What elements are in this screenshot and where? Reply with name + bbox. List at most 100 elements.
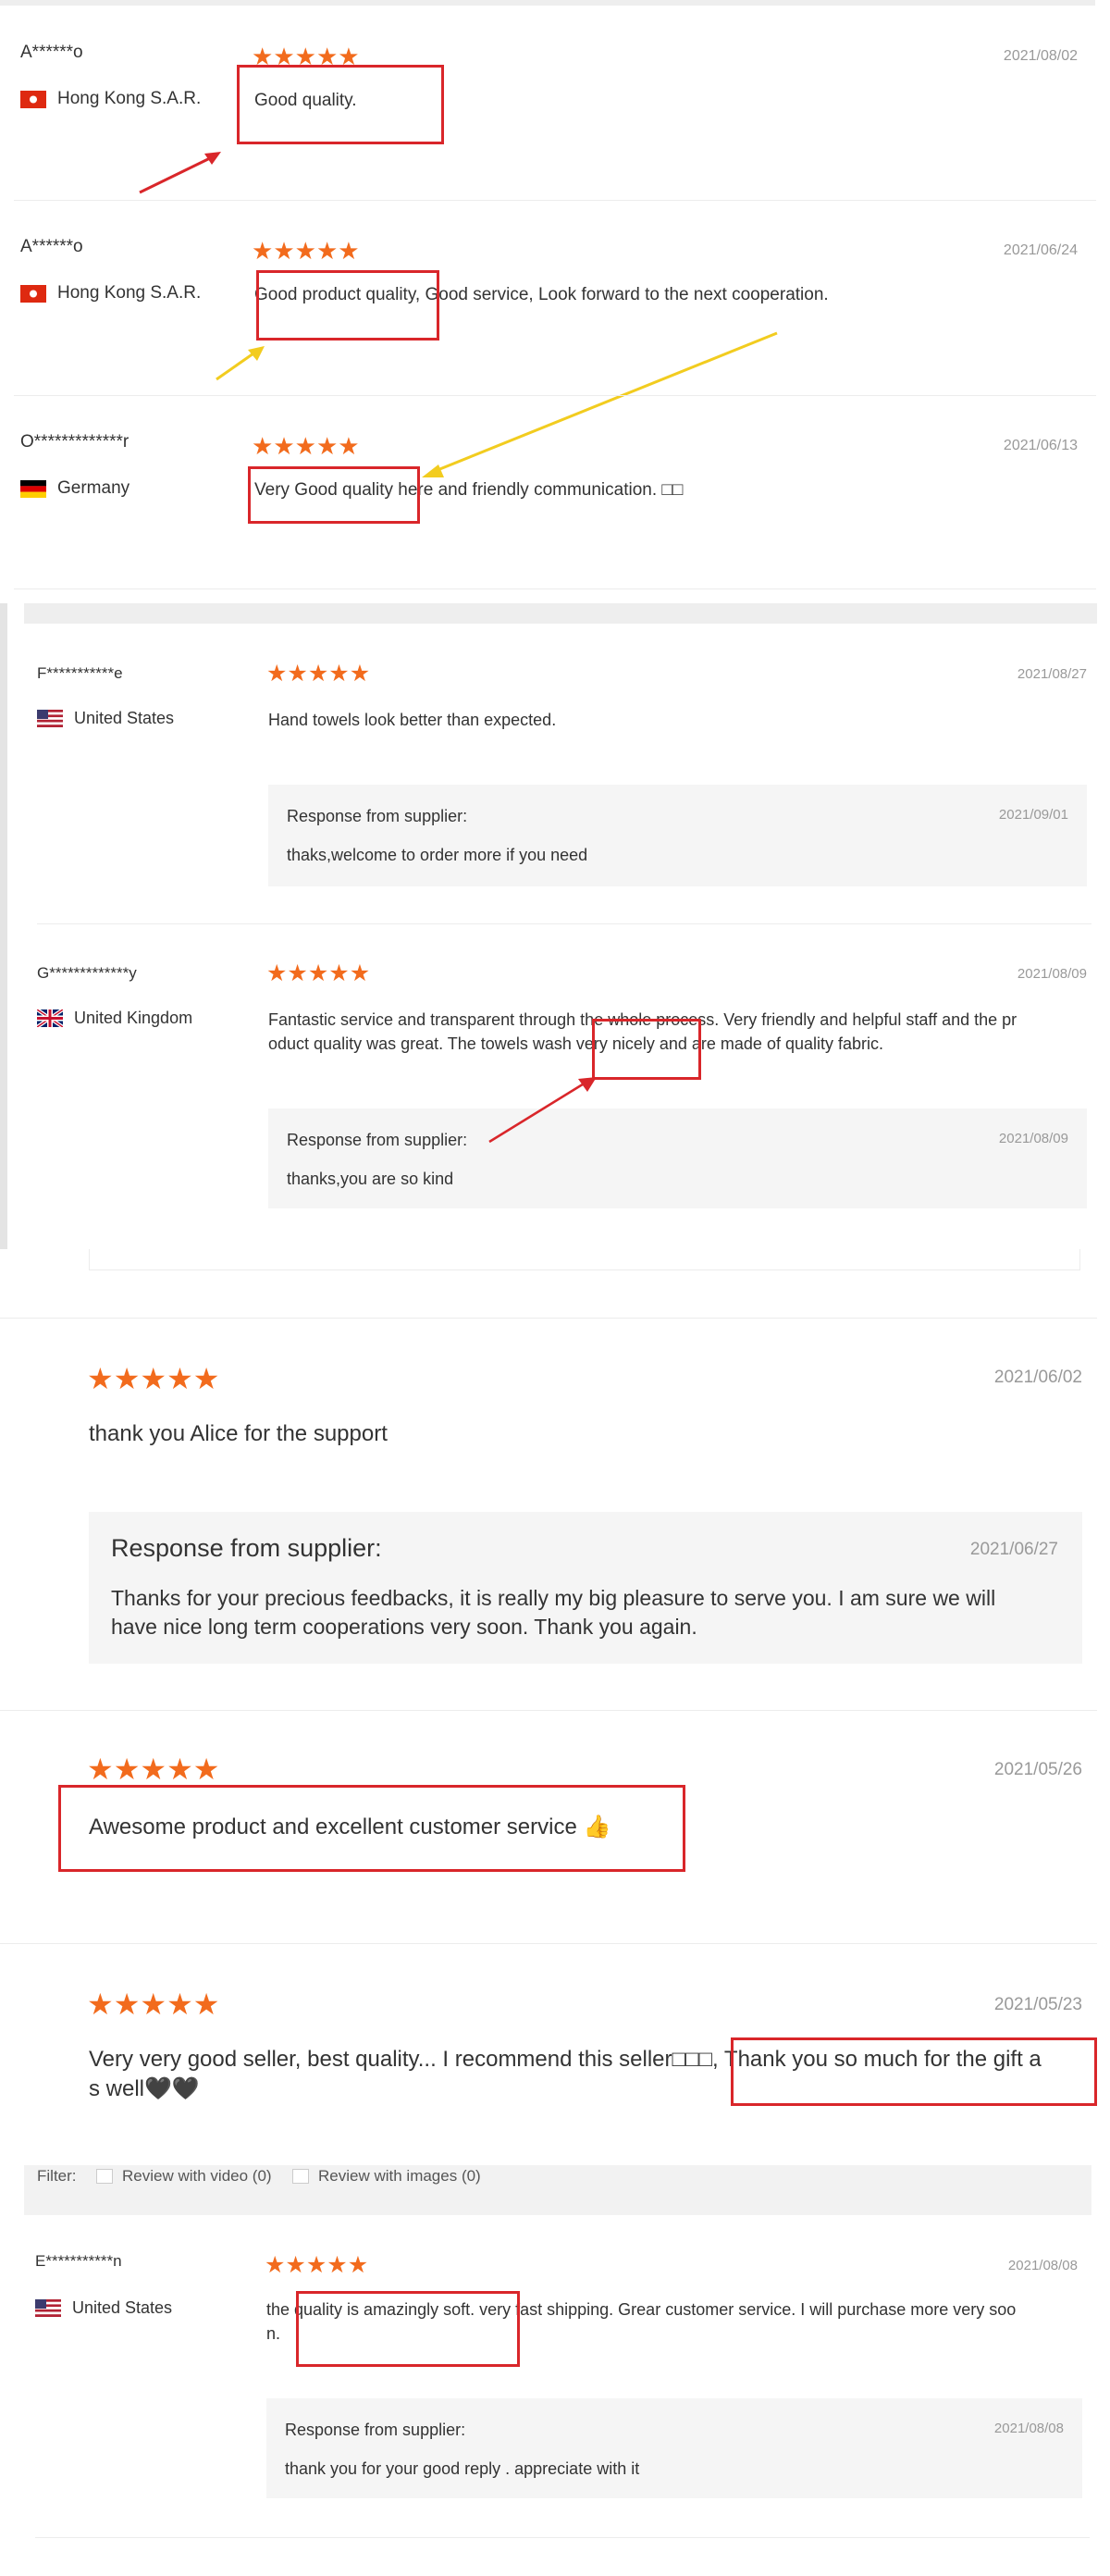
divider xyxy=(0,1318,1097,1319)
review-date: 2021/05/23 xyxy=(993,1995,1082,2014)
usa-flag-icon xyxy=(35,2299,61,2317)
divider xyxy=(0,1710,1097,1711)
divider xyxy=(14,395,1096,396)
star-rating: ★ ★ ★ ★ ★ xyxy=(252,434,360,458)
annotation-box xyxy=(731,2037,1097,2106)
annotation-box xyxy=(296,2291,520,2367)
germany-flag-icon xyxy=(20,479,46,498)
filter-label: Filter: xyxy=(37,2167,77,2185)
star-icon: ★ xyxy=(113,1752,141,1786)
star-icon: ★ xyxy=(192,1988,220,2021)
review-text: thank you Alice for the support xyxy=(89,1421,388,1446)
star-icon: ★ xyxy=(294,432,316,460)
reviewer-name: O*************r xyxy=(20,432,130,452)
star-icon: ★ xyxy=(305,2252,327,2278)
usa-flag-icon xyxy=(37,710,63,727)
reviewer-name: F***********e xyxy=(37,664,123,682)
reviewer-country: Germany xyxy=(20,478,130,499)
star-icon: ★ xyxy=(349,661,371,687)
review-date: 2021/08/02 xyxy=(1003,48,1078,64)
star-icon: ★ xyxy=(273,432,295,460)
supplier-response: Response from supplier: 2021/06/27 Thank… xyxy=(89,1512,1082,1664)
star-icon: ★ xyxy=(273,237,295,265)
star-icon: ★ xyxy=(166,1988,193,2021)
annotation-box xyxy=(592,1019,701,1080)
star-icon: ★ xyxy=(113,1362,141,1395)
supplier-response: Response from supplier: 2021/09/01 thaks… xyxy=(268,785,1087,886)
star-icon: ★ xyxy=(285,2252,306,2278)
star-icon: ★ xyxy=(192,1752,220,1786)
star-icon: ★ xyxy=(315,432,339,460)
star-icon: ★ xyxy=(87,1752,114,1786)
star-icon: ★ xyxy=(252,237,274,265)
reviewer-name: A******o xyxy=(20,237,83,256)
divider xyxy=(35,2537,1090,2538)
star-icon: ★ xyxy=(140,1752,167,1786)
divider xyxy=(14,588,1096,589)
response-text: thanks,you are so kind xyxy=(287,1170,454,1188)
annotation-box xyxy=(237,65,444,144)
review-text: Hand towels look better than expected. xyxy=(268,711,557,729)
star-icon: ★ xyxy=(347,2252,369,2278)
review-date: 2021/05/26 xyxy=(993,1760,1082,1779)
star-icon: ★ xyxy=(166,1752,193,1786)
star-rating: ★ ★ ★ ★ ★ xyxy=(265,2254,368,2277)
review-text-line: s well🖤🖤 xyxy=(89,2076,200,2101)
checkbox[interactable] xyxy=(292,2169,309,2184)
star-icon: ★ xyxy=(266,661,288,687)
response-label: Response from supplier: xyxy=(287,807,468,825)
star-icon: ★ xyxy=(113,1988,141,2021)
checkbox[interactable] xyxy=(96,2169,113,2184)
review-date: 2021/08/09 xyxy=(1017,966,1087,982)
star-icon: ★ xyxy=(294,237,316,265)
star-icon: ★ xyxy=(307,960,329,986)
supplier-response: Response from supplier: 2021/08/09 thank… xyxy=(268,1108,1087,1208)
reviewer-country: Hong Kong S.A.R. xyxy=(20,283,201,303)
supplier-response: Response from supplier: 2021/08/08 thank… xyxy=(266,2398,1082,2498)
review-date: 2021/08/27 xyxy=(1017,666,1087,682)
response-date: 2021/08/09 xyxy=(998,1131,1068,1146)
filter-bar xyxy=(24,603,1097,624)
reviewer-country: United Kingdom xyxy=(37,1009,192,1028)
reviewer-country: United States xyxy=(37,709,174,728)
star-rating: ★ ★ ★ ★ ★ xyxy=(252,239,360,263)
star-icon: ★ xyxy=(287,960,308,986)
reviewer-name: E***********n xyxy=(35,2252,122,2270)
response-label: Response from supplier: xyxy=(111,1534,382,1562)
annotation-arrow-icon xyxy=(139,152,221,194)
filter-option-video[interactable]: Review with video (0) xyxy=(96,2167,272,2186)
filter-bar: Filter: Review with video (0) Review wit… xyxy=(24,2165,1092,2215)
panel-bottom xyxy=(89,1249,1080,1270)
annotation-box xyxy=(248,466,420,524)
divider xyxy=(37,923,1092,924)
star-icon: ★ xyxy=(349,960,371,986)
star-icon: ★ xyxy=(315,237,339,265)
top-divider xyxy=(0,0,1095,6)
star-icon: ★ xyxy=(287,661,308,687)
review-text-line: oduct quality was great. The towels wash… xyxy=(268,1034,884,1053)
annotation-arrow-icon xyxy=(488,1077,597,1144)
divider xyxy=(0,1943,1097,1944)
star-icon: ★ xyxy=(192,1362,220,1395)
star-icon: ★ xyxy=(338,237,360,265)
uk-flag-icon xyxy=(37,1009,63,1027)
review-text-line: n. xyxy=(266,2324,281,2343)
star-rating: ★ ★ ★ ★ ★ xyxy=(87,1364,219,1393)
reviewer-country: Hong Kong S.A.R. xyxy=(20,89,201,109)
response-text-line: have nice long term cooperations very so… xyxy=(111,1615,697,1639)
reviewer-name: G*************y xyxy=(37,964,137,982)
response-date: 2021/09/01 xyxy=(998,807,1068,823)
star-icon: ★ xyxy=(252,432,274,460)
annotation-box xyxy=(58,1785,685,1872)
star-icon: ★ xyxy=(87,1988,114,2021)
star-icon: ★ xyxy=(266,960,288,986)
star-icon: ★ xyxy=(327,2252,348,2278)
filter-option-images[interactable]: Review with images (0) xyxy=(292,2167,481,2186)
response-label: Response from supplier: xyxy=(285,2421,466,2439)
response-date: 2021/08/08 xyxy=(993,2421,1064,2436)
review-date: 2021/08/08 xyxy=(1007,2258,1078,2273)
star-icon: ★ xyxy=(328,960,350,986)
star-rating: ★ ★ ★ ★ ★ xyxy=(87,1989,219,2019)
review-date: 2021/06/24 xyxy=(1003,242,1078,258)
hong-kong-flag-icon xyxy=(20,90,46,108)
